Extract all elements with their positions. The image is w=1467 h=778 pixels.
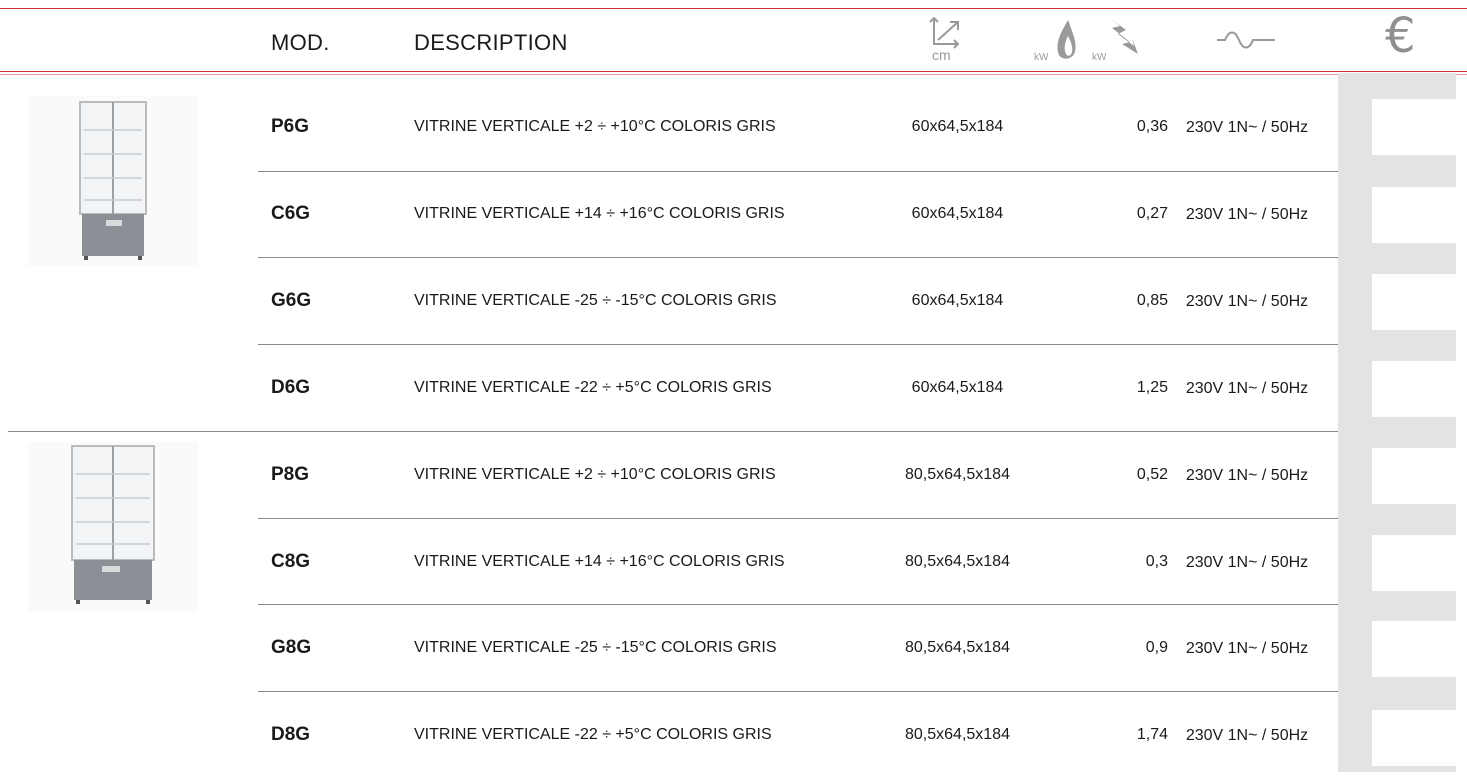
electric-kw-icon: kW: [1092, 14, 1142, 66]
voltage: 230V 1N~ / 50Hz: [1185, 118, 1309, 136]
table-row: D6G VITRINE VERTICALE -22 ÷ +5°C COLORIS…: [0, 345, 1467, 431]
description: VITRINE VERTICALE +14 ÷ +16°C COLORIS GR…: [414, 553, 785, 570]
price-field[interactable]: [1372, 274, 1460, 330]
header-rule-secondary: [0, 74, 1467, 75]
power-kw: 1,25: [1136, 379, 1168, 396]
price-field[interactable]: [1372, 448, 1460, 504]
voltage: 230V 1N~ / 50Hz: [1185, 553, 1309, 571]
power-kw: 0,9: [1145, 639, 1168, 656]
power-kw: 1,74: [1136, 726, 1168, 743]
model-code: C6G: [271, 203, 311, 224]
voltage: 230V 1N~ / 50Hz: [1185, 466, 1309, 484]
voltage: 230V 1N~ / 50Hz: [1185, 639, 1309, 657]
dimensions: 60x64,5x184: [911, 205, 1004, 222]
dimensions-cm-icon: cm: [928, 14, 968, 66]
power-kw: 0,36: [1136, 118, 1168, 135]
dimensions: 80,5x64,5x184: [905, 553, 1010, 570]
model-code: G8G: [271, 637, 312, 658]
model-code: D6G: [271, 377, 311, 398]
description: VITRINE VERTICALE +2 ÷ +10°C COLORIS GRI…: [414, 466, 776, 483]
header-rule: [0, 71, 1467, 72]
description: VITRINE VERTICALE -25 ÷ -15°C COLORIS GR…: [414, 292, 777, 309]
dimensions: 60x64,5x184: [911, 292, 1004, 309]
dimensions: 60x64,5x184: [911, 118, 1004, 135]
power-kw: 0,85: [1136, 292, 1168, 309]
description: VITRINE VERTICALE +14 ÷ +16°C COLORIS GR…: [414, 205, 785, 222]
power-kw: 0,27: [1136, 205, 1168, 222]
price-field[interactable]: [1372, 187, 1460, 243]
description: VITRINE VERTICALE -22 ÷ +5°C COLORIS GRI…: [414, 379, 772, 396]
description: VITRINE VERTICALE -22 ÷ +5°C COLORIS GRI…: [414, 726, 772, 743]
table-row: C6G VITRINE VERTICALE +14 ÷ +16°C COLORI…: [0, 171, 1467, 257]
description: VITRINE VERTICALE +2 ÷ +10°C COLORIS GRI…: [414, 118, 776, 135]
gas-flame-kw-icon: kW: [1034, 16, 1082, 66]
price-field[interactable]: [1372, 535, 1460, 591]
dimensions: 80,5x64,5x184: [905, 726, 1010, 743]
dimensions-unit: cm: [932, 47, 951, 63]
header-description: DESCRIPTION: [414, 30, 568, 55]
price-field[interactable]: [1372, 621, 1460, 677]
table-row: C8G VITRINE VERTICALE +14 ÷ +16°C COLORI…: [0, 519, 1467, 605]
price-field[interactable]: [1372, 99, 1460, 155]
model-code: P8G: [271, 464, 310, 485]
power-kw: 0,3: [1145, 553, 1168, 570]
model-code: P6G: [271, 116, 310, 137]
euro-icon: €: [1385, 8, 1416, 64]
price-field[interactable]: [1372, 710, 1460, 766]
dimensions: 80,5x64,5x184: [905, 466, 1010, 483]
voltage: 230V 1N~ / 50Hz: [1185, 726, 1309, 744]
top-rule: [0, 8, 1467, 9]
voltage: 230V 1N~ / 50Hz: [1185, 205, 1309, 223]
voltage-icon: [1215, 28, 1277, 52]
price-field[interactable]: [1372, 361, 1460, 417]
table-row: D8G VITRINE VERTICALE -22 ÷ +5°C COLORIS…: [0, 692, 1467, 778]
power-kw: 0,52: [1136, 466, 1168, 483]
voltage: 230V 1N~ / 50Hz: [1185, 292, 1309, 310]
description: VITRINE VERTICALE -25 ÷ -15°C COLORIS GR…: [414, 639, 777, 656]
header-mod: MOD.: [271, 30, 330, 55]
table-row: P8G VITRINE VERTICALE +2 ÷ +10°C COLORIS…: [0, 432, 1467, 518]
table-row: G6G VITRINE VERTICALE -25 ÷ -15°C COLORI…: [0, 258, 1467, 344]
model-code: D8G: [271, 724, 311, 745]
model-code: C8G: [271, 551, 311, 572]
voltage: 230V 1N~ / 50Hz: [1185, 379, 1309, 397]
dimensions: 80,5x64,5x184: [905, 639, 1010, 656]
model-code: G6G: [271, 290, 312, 311]
table-row: G8G VITRINE VERTICALE -25 ÷ -15°C COLORI…: [0, 605, 1467, 691]
dimensions: 60x64,5x184: [911, 379, 1004, 396]
table-row: P6G VITRINE VERTICALE +2 ÷ +10°C COLORIS…: [0, 84, 1467, 170]
